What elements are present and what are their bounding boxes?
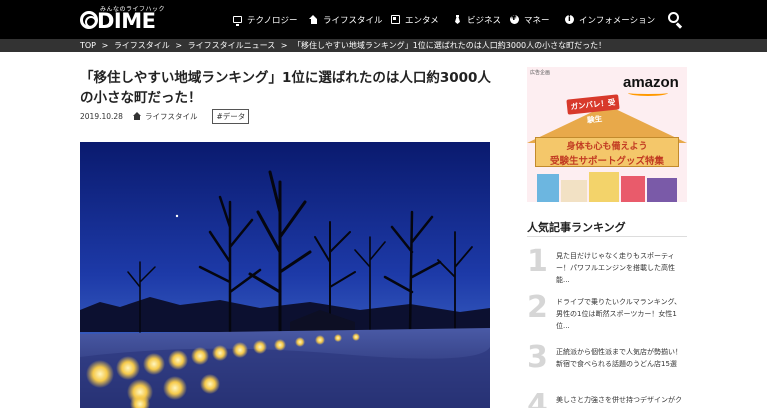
ad-subheadline: 受験生サポートグッズ特集 xyxy=(549,156,664,167)
breadcrumb-top[interactable]: TOP xyxy=(80,39,96,52)
ranking-number: 1 xyxy=(527,244,548,279)
ranking-heading: 人気記事ランキング xyxy=(527,221,626,234)
article-title: 「移住しやすい地域ランキング」1位に選ばれたのは人口約3000人の小さな町だった… xyxy=(80,70,491,106)
ranking-item[interactable]: 1 見た目だけじゃなく走りもスポーティー！パワフルエンジンを搭載した高性能... xyxy=(527,244,687,285)
breadcrumb-separator: > xyxy=(280,41,288,50)
ranking-item[interactable]: 3 正統派から個性派まで人気店が勢揃い！新宿で食べられる話題のうどん店15選 xyxy=(527,342,687,380)
breadcrumb-lifestyle-news[interactable]: ライフスタイルニュース xyxy=(188,39,276,52)
sidebar-advertisement[interactable]: 広告企画 amazon ガンバレ！受験生 身体も心も備えよう 受験生サポートグッ… xyxy=(527,67,687,202)
nav-item-technology[interactable]: テクノロジー xyxy=(233,0,298,39)
nav-item-entertainment[interactable]: エンタメ xyxy=(391,0,439,39)
search-icon[interactable] xyxy=(668,12,683,29)
ranking-title: ドライブで乗りたいクルマランキング、男性の1位は断然スポーツカー！女性1位... xyxy=(556,298,682,330)
article-hero-image xyxy=(80,142,490,408)
article-tag[interactable]: #データ xyxy=(212,108,250,124)
ad-products-graphic xyxy=(535,171,679,202)
ranking-item[interactable]: 4 美しさと力強さを併せ持つデザインがク xyxy=(527,390,687,408)
ad-headline: 身体も心も備えよう xyxy=(566,142,648,152)
amazon-smile-icon xyxy=(628,90,668,96)
info-icon xyxy=(565,14,574,24)
breadcrumb-current: 「移住しやすい地域ランキング」1位に選ばれたのは人口約3000人の小さな町だった… xyxy=(293,41,607,50)
nav-item-lifestyle[interactable]: ライフスタイル xyxy=(309,0,383,39)
nav-label: マネー xyxy=(524,15,550,26)
ad-label: 広告企画 xyxy=(530,70,551,76)
tie-icon xyxy=(453,15,462,24)
house-icon xyxy=(132,112,142,120)
ranking-divider xyxy=(527,236,687,237)
amazon-logo: amazon xyxy=(623,74,679,91)
nav-label: エンタメ xyxy=(405,15,439,26)
breadcrumb: TOP > ライフスタイル > ライフスタイルニュース > 「移住しやすい地域ラ… xyxy=(0,39,767,52)
tv-icon xyxy=(391,15,400,24)
breadcrumb-separator: > xyxy=(101,41,109,50)
nav-label: ライフスタイル xyxy=(323,15,383,26)
nav-label: テクノロジー xyxy=(247,15,298,26)
nav-item-money[interactable]: マネー xyxy=(510,0,550,39)
ranking-title: 美しさと力強さを併せ持つデザインがク xyxy=(556,396,682,404)
article-meta: 2019.10.28 ライフスタイル #データ xyxy=(80,108,250,124)
article-category[interactable]: ライフスタイル xyxy=(145,111,198,122)
top-navigation-bar: みんなのライフハック DIME テクノロジー ライフスタイル エンタメ ビジネス… xyxy=(0,0,767,39)
ranking-title: 見た目だけじゃなく走りもスポーティー！パワフルエンジンを搭載した高性能... xyxy=(556,252,675,284)
nav-label: ビジネス xyxy=(467,15,502,26)
house-icon xyxy=(309,15,318,24)
ranking-number: 2 xyxy=(527,290,548,325)
nav-item-information[interactable]: インフォメーション xyxy=(565,0,655,39)
ranking-number: 3 xyxy=(527,340,548,375)
at-mark-icon xyxy=(80,11,98,29)
site-logo[interactable]: みんなのライフハック DIME xyxy=(80,4,190,36)
money-icon xyxy=(510,13,519,24)
ranking-item[interactable]: 2 ドライブで乗りたいクルマランキング、男性の1位は断然スポーツカー！女性1位.… xyxy=(527,290,687,331)
nav-item-business[interactable]: ビジネス xyxy=(453,0,501,39)
logo-wordmark: DIME xyxy=(97,9,156,33)
nav-label: インフォメーション xyxy=(579,15,656,26)
monitor-icon xyxy=(233,16,242,26)
ranking-number: 4 xyxy=(527,388,548,408)
ranking-title: 正統派から個性派まで人気店が勢揃い！新宿で食べられる話題のうどん店15選 xyxy=(556,348,682,368)
article-date: 2019.10.28 xyxy=(80,111,123,121)
breadcrumb-lifestyle[interactable]: ライフスタイル xyxy=(114,39,170,52)
breadcrumb-separator: > xyxy=(175,41,183,50)
